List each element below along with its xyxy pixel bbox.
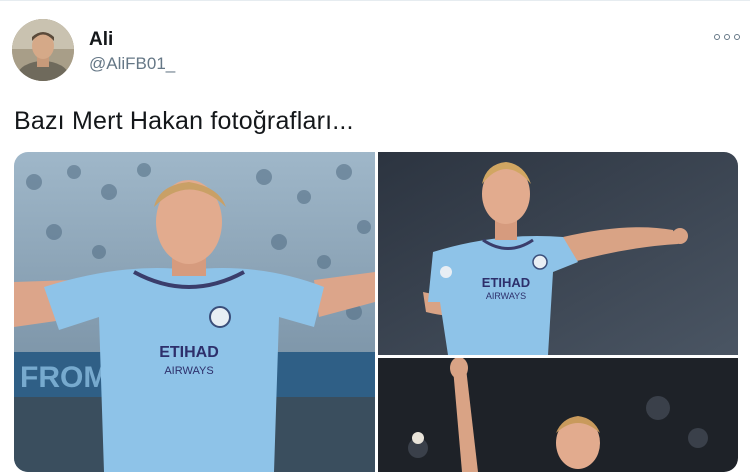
avatar[interactable] [12,19,74,81]
author-name[interactable]: Ali [89,29,113,51]
sponsor-sub-text: AIRWAYS [486,291,526,301]
photo-3[interactable] [378,358,738,472]
sponsor-sub-text: AIRWAYS [164,365,213,377]
sponsor-text: ETIHAD [159,344,219,361]
photo-1[interactable]: FROM & SIS ETIHAD AIRWAYS [14,152,375,472]
media-grid: FROM & SIS ETIHAD AIRWAYS [14,152,738,472]
top-divider [0,0,750,1]
sponsor-text: ETIHAD [482,275,530,290]
tweet-text: Bazı Mert Hakan fotoğrafları... [14,107,354,135]
dot [734,34,740,40]
more-dots-icon[interactable] [714,30,740,44]
author-handle[interactable]: @AliFB01_ [89,54,175,74]
dot [724,34,730,40]
photo-2[interactable]: ETIHAD AIRWAYS [378,152,738,355]
dot [714,34,720,40]
